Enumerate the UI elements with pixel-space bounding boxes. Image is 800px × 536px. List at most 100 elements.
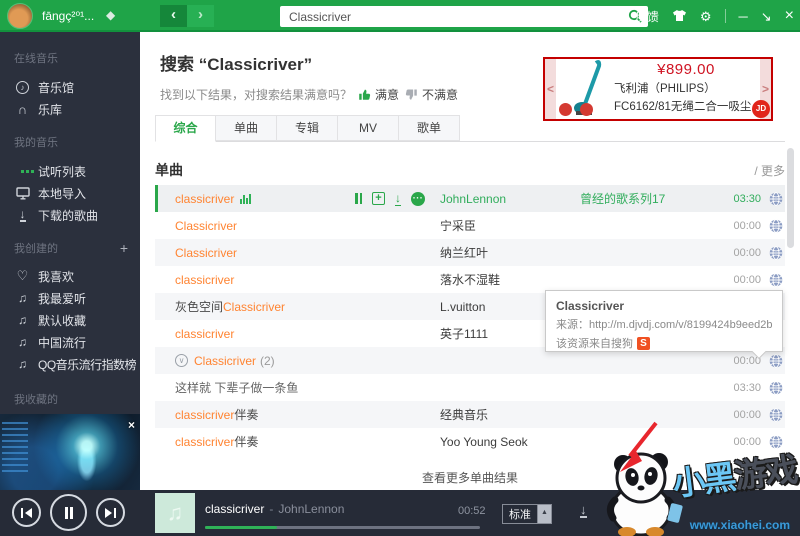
music-note-icon: ♫ [18, 357, 27, 371]
search-result-header: 搜索 “Classicriver” 找到以下结果，对搜索结果满意吗？ 满意 不满… [160, 50, 458, 103]
unsatisfied-button[interactable]: 不满意 [405, 86, 458, 103]
pause-button[interactable] [50, 494, 87, 531]
mini-mode-button[interactable]: ↘ [761, 10, 772, 23]
sidebar-section-my-music: 我的音乐 [14, 137, 58, 149]
source-globe-icon[interactable] [761, 245, 785, 260]
ad-text: ¥899.00 飞利浦（PHILIPS） FC6162/81无绳二合一吸尘 [614, 59, 760, 119]
close-icon[interactable]: × [128, 418, 135, 432]
user-avatar[interactable] [7, 3, 33, 29]
minimize-button[interactable]: ─ [739, 10, 748, 23]
sidebar-item-qq-chart[interactable]: ♫ QQ音乐流行指数榜 [0, 353, 140, 375]
song-row[interactable]: classicriver 伴奏 Yoo Young Seok 00:00 [155, 428, 785, 455]
song-album[interactable]: 曾经的歌系列17 [580, 190, 719, 207]
source-globe-icon[interactable] [761, 407, 785, 422]
pause-icon[interactable] [355, 193, 362, 204]
window-controls: 反馈 ⚙ ─ ↘ × [635, 0, 794, 32]
source-globe-icon[interactable] [761, 191, 785, 206]
add-playlist-button[interactable]: + [120, 240, 128, 256]
main-content: 搜索 “Classicriver” 找到以下结果，对搜索结果满意吗？ 满意 不满… [140, 32, 800, 490]
game-hud-decoration [2, 422, 28, 474]
tab-singles[interactable]: 单曲 [216, 115, 277, 141]
music-hall-icon: ♪ [14, 80, 31, 94]
next-button[interactable] [96, 498, 125, 527]
sidebar-item-i-like[interactable]: ♡ 我喜欢 [0, 265, 140, 287]
skin-icon[interactable] [672, 9, 687, 24]
sidebar-item-my-favorite[interactable]: ♫ 我最爱听 [0, 287, 140, 309]
equalizer-icon [240, 193, 252, 204]
ad-badge [559, 103, 572, 116]
divider [724, 9, 726, 23]
search-box [280, 6, 648, 27]
progress-fill [205, 526, 277, 529]
songs-section-header: 单曲 / 更多 [155, 160, 785, 180]
jd-logo: JD [752, 100, 770, 118]
song-row-sub[interactable]: 这样就 下辈子做一条鱼 03:30 [155, 374, 785, 401]
scrollbar-thumb[interactable] [787, 148, 794, 248]
song-row[interactable]: classicriver 伴奏 经典音乐 00:00 [155, 401, 785, 428]
elapsed-time: 00:52 [458, 505, 486, 517]
ad-brand: 飞利浦（PHILIPS） [614, 83, 716, 95]
sidebar: 在线音乐 ♪ 音乐馆 ∩ 乐库 我的音乐 试听列表 本地导入 ↓ 下载的歌曲 我创建的… [0, 32, 140, 490]
search-input[interactable] [280, 6, 648, 27]
username-label[interactable]: fāngç²⁰¹... [42, 9, 94, 23]
song-duration: 03:30 [733, 192, 761, 205]
tab-overall[interactable]: 综合 [155, 115, 216, 142]
volume-speaker-icon[interactable] [645, 506, 659, 521]
sidebar-item-library[interactable]: ∩ 乐库 [0, 98, 140, 120]
quality-selector[interactable]: 标准 ▲ [502, 504, 552, 524]
song-row[interactable]: Classicriver 宁采臣 00:00 [155, 212, 785, 239]
music-note-icon: ♫ [18, 291, 27, 305]
tab-playlists[interactable]: 歌单 [399, 115, 460, 141]
more-link[interactable]: / 更多 [754, 162, 785, 179]
song-row[interactable]: Classicriver 纳兰红叶 00:00 [155, 239, 785, 266]
source-globe-icon[interactable] [761, 380, 785, 395]
sidebar-item-music-hall[interactable]: ♪ 音乐馆 [0, 76, 140, 98]
download-current-icon[interactable]: ↓ [580, 502, 587, 518]
close-button[interactable]: × [785, 8, 794, 24]
sidebar-item-local-import[interactable]: 本地导入 [0, 182, 140, 204]
expand-chevron-icon[interactable]: ∨ [175, 354, 188, 367]
view-more-link[interactable]: 查看更多单曲结果 [140, 469, 800, 486]
source-globe-icon[interactable] [761, 353, 785, 368]
settings-gear-icon[interactable]: ⚙ [700, 10, 712, 23]
now-playing-label: classicriver - JohnLennon [205, 502, 345, 516]
ad-model: FC6162/81无绳二合一吸尘 [614, 101, 752, 113]
source-globe-icon[interactable] [761, 272, 785, 287]
previous-button[interactable] [12, 498, 41, 527]
source-globe-icon[interactable] [761, 218, 785, 233]
sidebar-item-downloaded[interactable]: ↓ 下载的歌曲 [0, 204, 140, 226]
sidebar-item-listen-list[interactable]: 试听列表 [0, 160, 140, 182]
source-globe-icon[interactable] [761, 434, 785, 449]
more-actions-icon[interactable]: ··· [411, 191, 425, 206]
feedback-link[interactable]: 反馈 [635, 8, 659, 25]
sidebar-section-collected: 我收藏的 [14, 394, 58, 406]
add-to-playlist-icon[interactable]: + [372, 192, 385, 205]
tab-albums[interactable]: 专辑 [277, 115, 338, 141]
thumb-down-icon [405, 89, 417, 100]
video-ad-thumbnail[interactable]: × [0, 414, 140, 490]
tooltip-title: Classicriver [556, 299, 625, 313]
music-note-icon: ♫ [18, 335, 27, 349]
back-button[interactable]: ‹ [160, 5, 187, 27]
sogou-logo: S [637, 336, 650, 350]
app-window: { "titlebar": { "username": "fāngç²⁰¹...… [0, 0, 800, 536]
forward-button[interactable]: › [187, 5, 214, 27]
album-art[interactable]: ♫ [155, 493, 195, 533]
download-song-icon[interactable]: ↓ [395, 192, 401, 206]
monitor-icon [14, 186, 31, 200]
ad-price: ¥899.00 [657, 61, 715, 78]
sidebar-item-china-pop[interactable]: ♫ 中国流行 [0, 331, 140, 353]
sidebar-item-default-collect[interactable]: ♫ 默认收藏 [0, 309, 140, 331]
song-row[interactable]: classicriver 落水不湿鞋 00:00 [155, 266, 785, 293]
ad-prev-arrow[interactable]: < [545, 59, 556, 119]
song-row-playing[interactable]: classicriver + ↓ ··· JohnLennon 曾经的歌系列17… [155, 185, 785, 212]
sidebar-section-online: 在线音乐 [14, 53, 58, 65]
song-artist[interactable]: JohnLennon [440, 192, 580, 206]
tab-mv[interactable]: MV [338, 115, 399, 141]
progress-bar[interactable] [205, 526, 480, 529]
product-ad-banner[interactable]: < ¥899.00 飞利浦（PHILIPS） FC6162/81无绳二合一吸尘 … [543, 57, 773, 121]
sidebar-section-created: 我创建的 + [14, 240, 128, 256]
satisfied-button[interactable]: 满意 [358, 86, 399, 103]
thumb-up-icon [359, 89, 371, 100]
music-note-icon: ♫ [18, 313, 27, 327]
